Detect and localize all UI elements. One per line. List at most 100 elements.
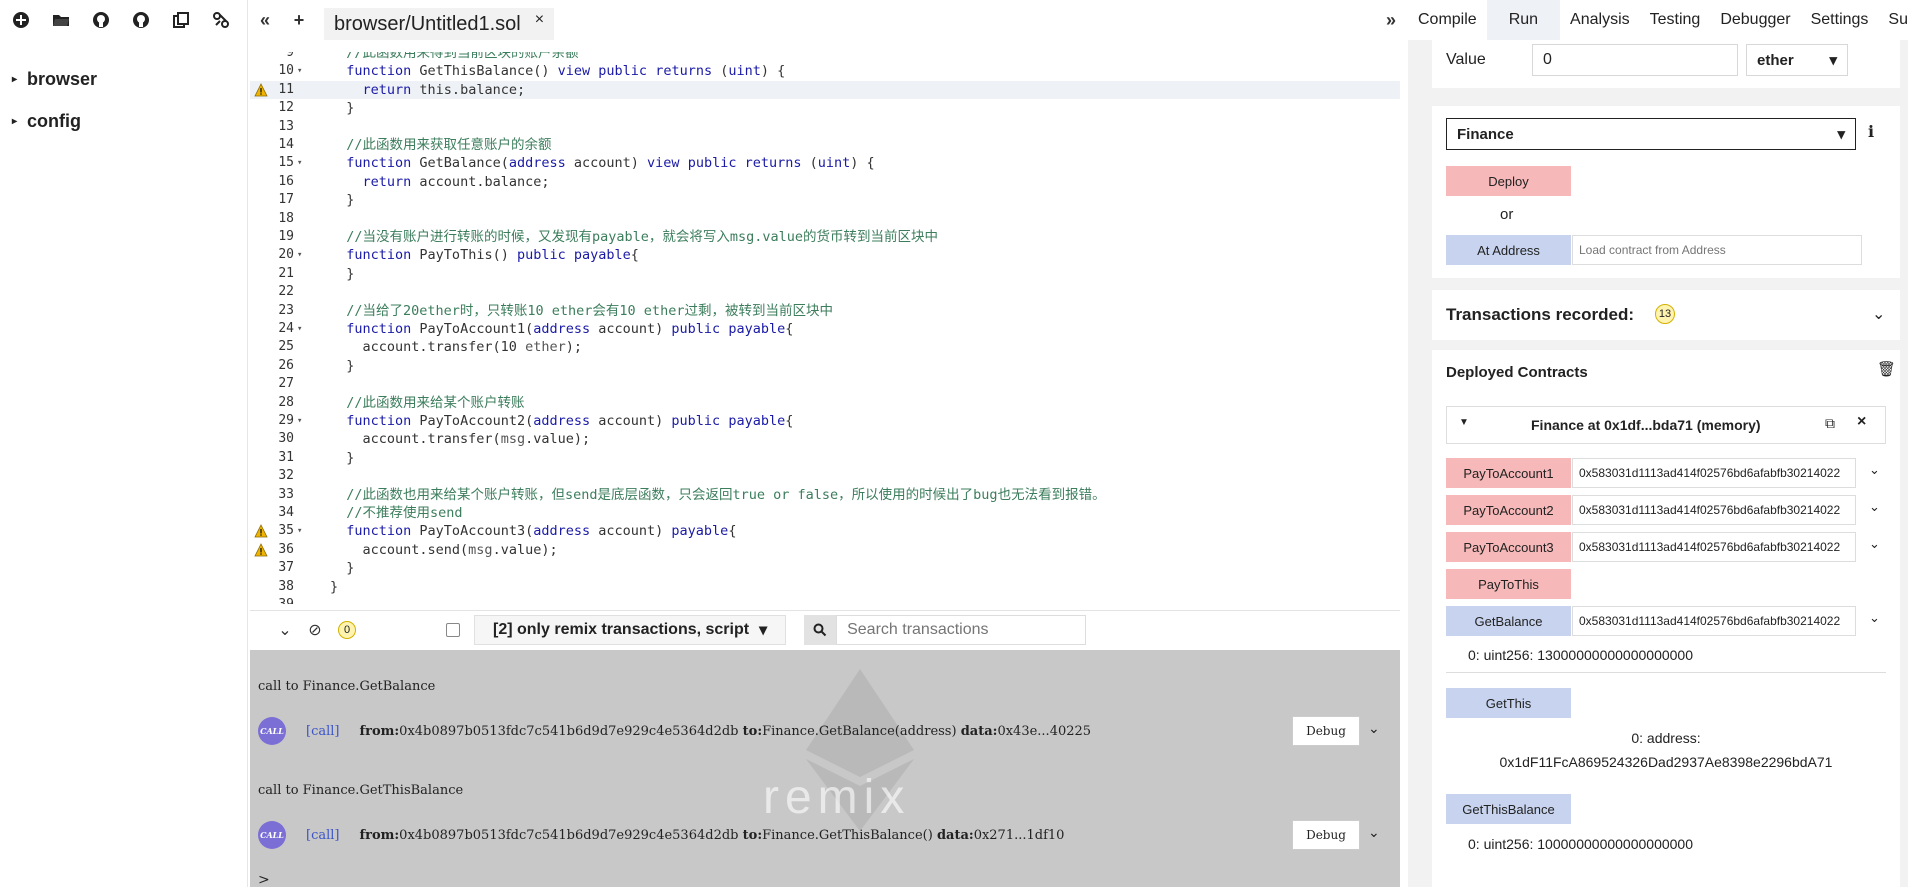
function-button-paytoaccount1[interactable]: PayToAccount1 [1446, 458, 1571, 488]
function-button-paytoaccount3[interactable]: PayToAccount3 [1446, 532, 1571, 562]
tab-settings[interactable]: Settings [1801, 0, 1879, 40]
function-button-getthisbalance[interactable]: GetThisBalance [1446, 794, 1571, 824]
open-folder-icon[interactable] [50, 9, 72, 31]
function-arg-input[interactable]: 0x583031d1113ad414f02576bd6afabfb3021402… [1572, 458, 1856, 488]
search-icon[interactable] [804, 614, 837, 645]
tab-analysis[interactable]: Analysis [1560, 0, 1640, 40]
code-line[interactable]: 13 [250, 118, 1400, 136]
at-address-button[interactable]: At Address [1446, 235, 1571, 265]
double-chevron-down-icon[interactable]: ⌄ [270, 620, 300, 640]
code-line[interactable]: 20 ▾ function PayToThis() public payable{ [250, 246, 1400, 264]
function-arg-input[interactable]: 0x583031d1113ad414f02576bd6afabfb3021402… [1572, 495, 1856, 525]
value-input[interactable]: 0 [1532, 44, 1738, 76]
github-gist-icon[interactable] [130, 9, 152, 31]
terminal-prompt[interactable]: > [258, 872, 270, 887]
function-button-getthis[interactable]: GetThis [1446, 688, 1571, 718]
clear-console-icon[interactable]: ⊘ [300, 620, 330, 640]
chevron-down-icon[interactable]: ⌄ [1869, 462, 1880, 478]
chevron-down-icon[interactable]: ⌄ [1869, 536, 1880, 552]
fold-toggle-icon[interactable]: ▾ [297, 412, 302, 430]
tab-testing[interactable]: Testing [1640, 0, 1711, 40]
transaction-row[interactable]: CALL [call] from:0x4b0897b0513fdc7c541b6… [250, 813, 1400, 857]
code-line[interactable]: 31 } [250, 449, 1400, 467]
at-address-input[interactable] [1572, 235, 1862, 265]
contract-instance-header[interactable]: ▼ Finance at 0x1df...bda71 (memory) ⧉ × [1446, 406, 1886, 444]
transaction-filter-select[interactable]: [2] only remix transactions, script ▾ [474, 614, 787, 645]
code-line[interactable]: 18 [250, 210, 1400, 228]
function-button-paytoaccount2[interactable]: PayToAccount2 [1446, 495, 1571, 525]
caret-down-icon[interactable]: ▼ [1459, 417, 1469, 428]
code-line[interactable]: 12 } [250, 99, 1400, 117]
trash-icon[interactable]: 🗑 [1877, 360, 1896, 378]
chevron-down-icon[interactable]: ⌄ [1869, 499, 1880, 515]
collapse-right-panel-button[interactable]: » [1374, 10, 1408, 31]
code-line[interactable]: 32 [250, 467, 1400, 485]
code-line[interactable]: 23 //当给了20ether时，只转账10 ether会有10 ether过剩… [250, 302, 1400, 320]
code-line[interactable]: 36 account.send(msg.value); [250, 541, 1400, 559]
code-line[interactable]: 17 } [250, 191, 1400, 209]
code-line[interactable]: 19 //当没有账户进行转账的时候，又发现有payable，就会将写入msg.v… [250, 228, 1400, 246]
copy-icon[interactable] [170, 9, 192, 31]
copy-address-icon[interactable]: ⧉ [1825, 415, 1835, 432]
warning-icon[interactable] [254, 524, 268, 538]
transactions-recorded-section[interactable]: Transactions recorded: 13 ⌄ [1432, 290, 1900, 340]
tab-run[interactable]: Run [1486, 0, 1561, 40]
connect-localhost-icon[interactable] [210, 9, 232, 31]
tree-item-config[interactable]: ▸ config [0, 100, 247, 142]
fold-toggle-icon[interactable]: ▾ [297, 246, 302, 264]
add-file-button[interactable]: + [282, 10, 316, 31]
remove-instance-icon[interactable]: × [1857, 413, 1866, 431]
chevron-down-icon[interactable]: ⌄ [1872, 304, 1885, 324]
fold-toggle-icon[interactable]: ▾ [297, 62, 302, 80]
debug-button[interactable]: Debug [1292, 716, 1360, 746]
new-file-icon[interactable] [10, 9, 32, 31]
github-icon[interactable] [90, 9, 112, 31]
code-line[interactable]: 38} [250, 578, 1400, 596]
code-line[interactable]: 35 ▾ function PayToAccount3(address accou… [250, 522, 1400, 540]
code-line[interactable]: 28 //此函数用来给某个账户转账 [250, 394, 1400, 412]
code-line[interactable]: 30 account.transfer(msg.value); [250, 430, 1400, 448]
chevron-down-icon[interactable]: ⌄ [1368, 721, 1380, 737]
code-line[interactable]: 14 //此函数用来获取任意账户的余额 [250, 136, 1400, 154]
code-line[interactable]: 24 ▾ function PayToAccount1(address accou… [250, 320, 1400, 338]
chevron-down-icon[interactable]: ⌄ [1368, 825, 1380, 841]
transaction-row[interactable]: CALL [call] from:0x4b0897b0513fdc7c541b6… [250, 709, 1400, 753]
contract-select[interactable]: Finance ▾ [1446, 118, 1856, 150]
warning-icon[interactable] [254, 82, 268, 97]
tab-support[interactable]: Sup [1878, 0, 1908, 40]
collapse-left-panel-button[interactable]: « [248, 10, 282, 31]
code-line[interactable]: 16 return account.balance; [250, 173, 1400, 191]
chevron-down-icon[interactable]: ⌄ [1869, 610, 1880, 626]
file-tab[interactable]: browser/Untitled1.sol × [324, 8, 555, 40]
function-arg-input[interactable]: 0x583031d1113ad414f02576bd6afabfb3021402… [1572, 606, 1856, 636]
code-line[interactable]: 29 ▾ function PayToAccount2(address accou… [250, 412, 1400, 430]
code-line[interactable]: 9 //此函数用来得到当前区块的账户余额 [250, 52, 1400, 62]
code-line[interactable]: 22 [250, 283, 1400, 301]
code-line[interactable]: 25 account.transfer(10 ether); [250, 338, 1400, 356]
code-line[interactable]: 15 ▾ function GetBalance(address account)… [250, 154, 1400, 172]
code-line[interactable]: 37 } [250, 559, 1400, 577]
search-transactions-input[interactable] [836, 614, 1087, 645]
tab-debugger[interactable]: Debugger [1710, 0, 1800, 40]
info-icon[interactable]: i [1868, 122, 1874, 141]
function-button-getbalance[interactable]: GetBalance [1446, 606, 1571, 636]
code-line[interactable]: 11 return this.balance; [250, 80, 1400, 99]
function-arg-input[interactable]: 0x583031d1113ad414f02576bd6afabfb3021402… [1572, 532, 1856, 562]
code-line[interactable]: 27 [250, 375, 1400, 393]
fold-toggle-icon[interactable]: ▾ [297, 320, 302, 338]
close-tab-icon[interactable]: × [535, 11, 544, 29]
deploy-button[interactable]: Deploy [1446, 166, 1571, 196]
code-line[interactable]: 10 ▾ function GetThisBalance() view publi… [250, 62, 1400, 80]
fold-toggle-icon[interactable]: ▾ [297, 154, 302, 172]
code-line[interactable]: 33 //此函数也用来给某个账户转账，但send是底层函数，只会返回true o… [250, 486, 1400, 504]
tree-item-browser[interactable]: ▸ browser [0, 58, 247, 100]
code-line[interactable]: 21 } [250, 265, 1400, 283]
code-line[interactable]: 34 //不推荐使用send [250, 504, 1400, 522]
value-unit-select[interactable]: ether ▾ [1746, 44, 1848, 76]
code-line[interactable]: 39 [250, 596, 1400, 604]
fold-toggle-icon[interactable]: ▾ [297, 522, 302, 540]
debug-button[interactable]: Debug [1292, 820, 1360, 850]
tab-compile[interactable]: Compile [1408, 0, 1487, 40]
function-button-paytothis[interactable]: PayToThis [1446, 569, 1571, 599]
code-line[interactable]: 26 } [250, 357, 1400, 375]
